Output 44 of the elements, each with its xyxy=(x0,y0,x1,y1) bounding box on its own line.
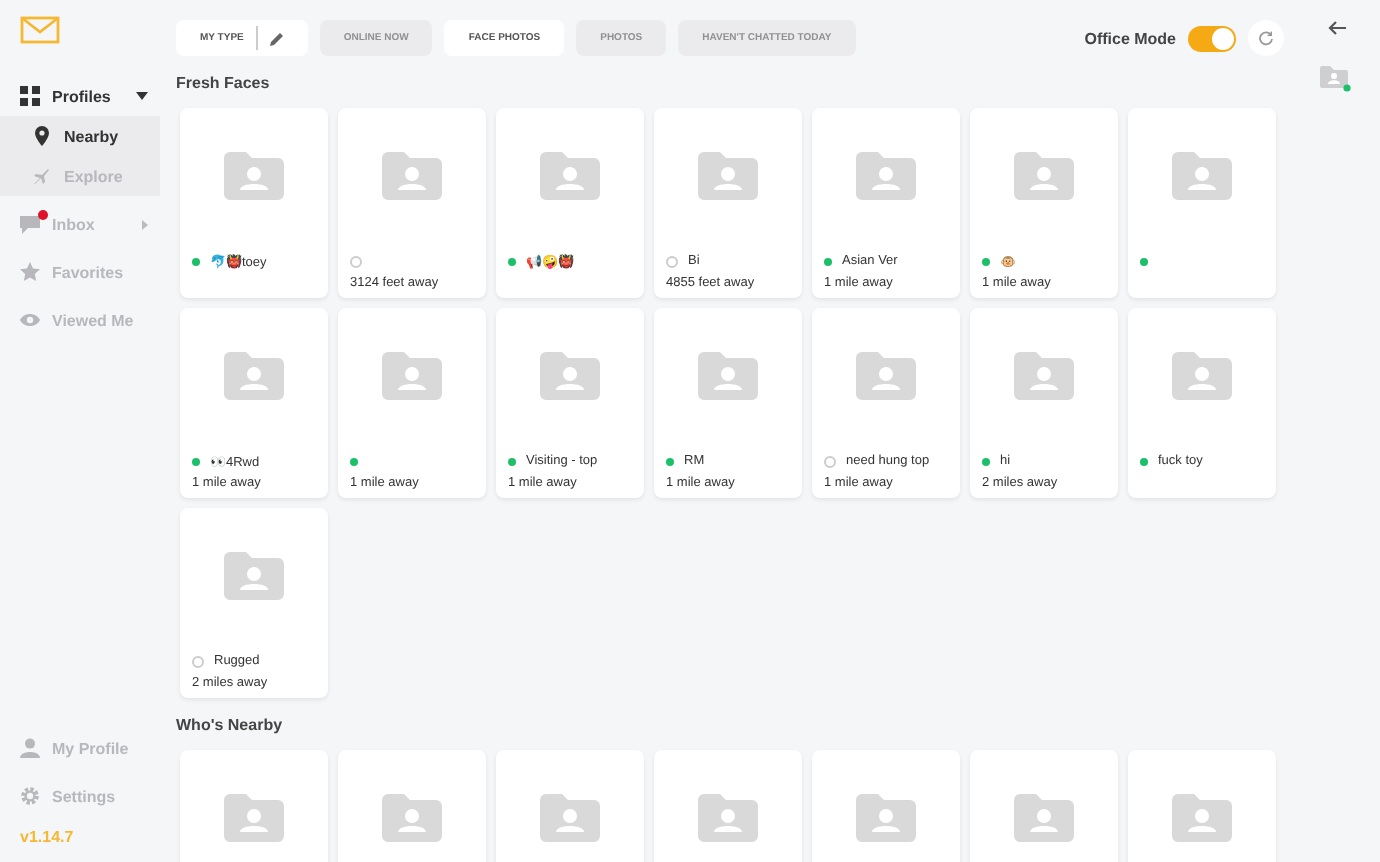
office-mode-toggle[interactable] xyxy=(1188,25,1236,51)
profile-photo-placeholder-icon xyxy=(1172,352,1232,400)
refresh-button[interactable] xyxy=(1248,20,1284,56)
star-icon xyxy=(20,262,40,282)
profile-photo-placeholder-icon xyxy=(1014,794,1074,842)
profile-photo-placeholder-icon xyxy=(540,352,600,400)
profile-photo-placeholder-icon xyxy=(224,152,284,200)
person-icon xyxy=(20,738,40,758)
profile-photo-placeholder-icon xyxy=(540,794,600,842)
settings-icon xyxy=(20,786,40,806)
profile-photo-placeholder-icon xyxy=(382,152,442,200)
sidebar-subitem[interactable]: Nearby xyxy=(0,116,160,156)
envelope-logo-icon xyxy=(20,16,60,44)
profile-photo-placeholder-icon xyxy=(698,152,758,200)
profile-photo-placeholder-icon xyxy=(224,794,284,842)
profile-photo-placeholder-icon xyxy=(382,352,442,400)
section-title: Fresh Faces xyxy=(176,74,272,92)
profile-card[interactable] xyxy=(1128,108,1276,298)
chat-bubble-icon xyxy=(20,214,40,234)
airplane-icon xyxy=(32,166,52,186)
grid-icon xyxy=(20,86,40,106)
profile-photo-placeholder-icon xyxy=(1172,152,1232,200)
profile-photo-placeholder-icon xyxy=(1014,352,1074,400)
profile-photo-placeholder-icon xyxy=(382,794,442,842)
profile-photo-placeholder-icon xyxy=(1014,152,1074,200)
profile-photo-placeholder-icon xyxy=(224,552,284,600)
location-pin-icon xyxy=(32,126,52,146)
profile-photo-placeholder-icon xyxy=(856,352,916,400)
profile-photo-placeholder-icon xyxy=(856,152,916,200)
profile-photo-placeholder-icon xyxy=(698,794,758,842)
caret-icon xyxy=(142,219,148,229)
refresh-icon xyxy=(1258,30,1274,46)
profile-photo-placeholder-icon xyxy=(698,352,758,400)
back-arrow-icon[interactable] xyxy=(1327,20,1345,36)
profile-photo-placeholder-icon xyxy=(1172,794,1232,842)
section-title: Who's Nearby xyxy=(176,716,285,734)
version-label: v1.14.7 xyxy=(18,826,76,850)
profile-photo-placeholder-icon xyxy=(224,352,284,400)
profile-photo-placeholder-icon xyxy=(540,152,600,200)
profile-photo-placeholder-icon xyxy=(856,794,916,842)
eye-icon xyxy=(20,310,40,330)
sidebar-item[interactable]: Profiles xyxy=(0,76,160,116)
profile-folder-icon[interactable] xyxy=(1320,64,1352,92)
office-mode-label: Office Mode xyxy=(1084,29,1176,47)
